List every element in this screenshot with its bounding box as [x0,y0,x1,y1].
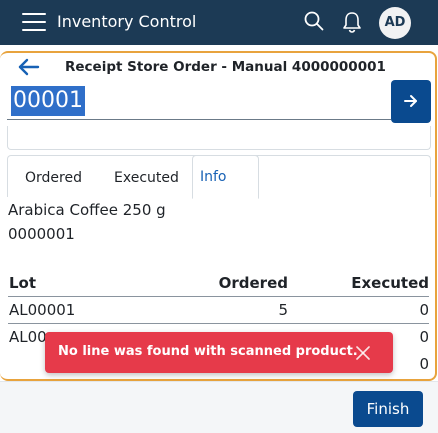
product-name: Arabica Coffee 250 g [8,201,166,219]
arrow-right-icon [404,95,417,107]
tab-ordered[interactable]: Ordered [25,170,82,186]
search-icon[interactable] [304,11,324,31]
submit-scan-button[interactable] [391,80,431,123]
header-divider [8,296,429,297]
close-icon[interactable] [355,345,371,361]
tab-executed[interactable]: Executed [114,170,179,186]
bell-icon[interactable] [341,10,363,34]
product-code: 0000001 [8,225,75,243]
menu-icon[interactable] [22,13,46,31]
app-title: Inventory Control [57,12,197,31]
tab-info[interactable]: Info [200,169,227,185]
app-bar: Inventory Control AD [0,0,438,45]
row-divider [8,323,429,324]
scan-section-box [7,126,431,150]
avatar[interactable]: AD [379,7,411,39]
column-header-lot: Lot [9,274,37,292]
back-arrow-icon[interactable] [17,57,41,77]
row-1-executed: 0 [419,301,429,319]
error-toast: No line was found with scanned product. [45,332,393,373]
scan-input-value[interactable]: 00001 [11,86,85,116]
toast-message: No line was found with scanned product. [58,344,358,359]
row-1-ordered: 5 [278,301,288,319]
column-header-executed: Executed [351,274,429,292]
row-1-lot: AL00001 [9,301,76,319]
row-2-lot: AL00 [9,328,47,346]
page-title: Receipt Store Order - Manual 4000000001 [65,59,386,75]
finish-button[interactable]: Finish [353,391,423,427]
column-header-ordered: Ordered [218,274,288,292]
